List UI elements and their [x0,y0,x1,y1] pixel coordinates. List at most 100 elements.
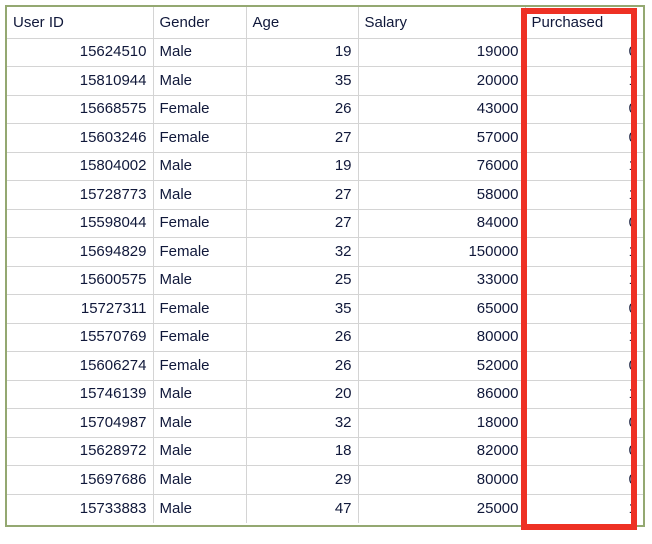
cell-salary[interactable]: 25000 [358,494,526,523]
table-row: 15733883 Male 47 25000 1 [7,494,643,523]
cell-age[interactable]: 20 [246,380,359,409]
table-header: User ID Gender Age Salary Purchased [7,7,643,39]
cell-user_id[interactable]: 15570769 [7,323,154,352]
cell-user_id[interactable]: 15694829 [7,237,154,267]
cell-salary[interactable]: 65000 [358,294,526,324]
cell-purchased[interactable]: 0 [525,465,643,495]
cell-user_id[interactable]: 15804002 [7,152,154,181]
cell-gender[interactable]: Male [153,380,247,409]
cell-purchased[interactable]: 0 [525,351,643,381]
cell-salary[interactable]: 76000 [358,152,526,181]
cell-age[interactable]: 35 [246,294,359,324]
cell-age[interactable]: 32 [246,237,359,267]
cell-gender[interactable]: Male [153,408,247,438]
table-row: 15704987 Male 32 18000 0 [7,408,643,438]
table-row: 15746139 Male 20 86000 1 [7,380,643,409]
cell-gender[interactable]: Female [153,323,247,352]
cell-salary[interactable]: 150000 [358,237,526,267]
cell-age[interactable]: 47 [246,494,359,523]
cell-gender[interactable]: Male [153,66,247,96]
cell-age[interactable]: 26 [246,323,359,352]
cell-age[interactable]: 27 [246,123,359,153]
cell-gender[interactable]: Male [153,465,247,495]
cell-age[interactable]: 25 [246,266,359,295]
cell-user_id[interactable]: 15624510 [7,38,154,67]
cell-purchased[interactable]: 0 [525,437,643,466]
cell-gender[interactable]: Male [153,266,247,295]
cell-purchased[interactable]: 1 [525,180,643,210]
cell-gender[interactable]: Female [153,351,247,381]
cell-age[interactable]: 19 [246,152,359,181]
cell-purchased[interactable]: 0 [525,408,643,438]
cell-salary[interactable]: 58000 [358,180,526,210]
cell-user_id[interactable]: 15733883 [7,494,154,523]
column-header-purchased[interactable]: Purchased [525,7,643,39]
cell-purchased[interactable]: 1 [525,152,643,181]
cell-salary[interactable]: 86000 [358,380,526,409]
cell-salary[interactable]: 18000 [358,408,526,438]
cell-user_id[interactable]: 15600575 [7,266,154,295]
cell-age[interactable]: 18 [246,437,359,466]
cell-age[interactable]: 26 [246,351,359,381]
table-row: 15606274 Female 26 52000 0 [7,351,643,381]
cell-salary[interactable]: 82000 [358,437,526,466]
column-header-user-id[interactable]: User ID [7,7,154,39]
cell-salary[interactable]: 84000 [358,209,526,238]
cell-user_id[interactable]: 15746139 [7,380,154,409]
cell-user_id[interactable]: 15810944 [7,66,154,96]
cell-age[interactable]: 19 [246,38,359,67]
cell-age[interactable]: 35 [246,66,359,96]
cell-gender[interactable]: Male [153,437,247,466]
table-row: 15624510 Male 19 19000 0 [7,38,643,67]
cell-purchased[interactable]: 1 [525,237,643,267]
cell-user_id[interactable]: 15606274 [7,351,154,381]
table-row: 15697686 Male 29 80000 0 [7,465,643,495]
header-row: User ID Gender Age Salary Purchased [7,7,643,39]
cell-age[interactable]: 26 [246,95,359,124]
cell-purchased[interactable]: 1 [525,66,643,96]
cell-user_id[interactable]: 15628972 [7,437,154,466]
cell-salary[interactable]: 43000 [358,95,526,124]
cell-gender[interactable]: Female [153,209,247,238]
cell-user_id[interactable]: 15668575 [7,95,154,124]
cell-purchased[interactable]: 0 [525,294,643,324]
cell-user_id[interactable]: 15603246 [7,123,154,153]
cell-user_id[interactable]: 15728773 [7,180,154,210]
cell-age[interactable]: 32 [246,408,359,438]
cell-purchased[interactable]: 1 [525,494,643,523]
column-header-age[interactable]: Age [246,7,359,39]
cell-salary[interactable]: 80000 [358,323,526,352]
cell-salary[interactable]: 19000 [358,38,526,67]
cell-user_id[interactable]: 15697686 [7,465,154,495]
cell-user_id[interactable]: 15704987 [7,408,154,438]
cell-user_id[interactable]: 15598044 [7,209,154,238]
cell-age[interactable]: 27 [246,180,359,210]
cell-purchased[interactable]: 1 [525,323,643,352]
cell-age[interactable]: 29 [246,465,359,495]
cell-purchased[interactable]: 1 [525,266,643,295]
cell-salary[interactable]: 20000 [358,66,526,96]
cell-purchased[interactable]: 1 [525,380,643,409]
cell-purchased[interactable]: 0 [525,95,643,124]
cell-gender[interactable]: Male [153,38,247,67]
cell-age[interactable]: 27 [246,209,359,238]
cell-purchased[interactable]: 0 [525,123,643,153]
table-row: 15804002 Male 19 76000 1 [7,152,643,181]
cell-gender[interactable]: Male [153,494,247,523]
table-row: 15727311 Female 35 65000 0 [7,294,643,324]
cell-gender[interactable]: Female [153,95,247,124]
cell-salary[interactable]: 80000 [358,465,526,495]
column-header-salary[interactable]: Salary [358,7,526,39]
cell-salary[interactable]: 52000 [358,351,526,381]
cell-gender[interactable]: Female [153,123,247,153]
cell-user_id[interactable]: 15727311 [7,294,154,324]
cell-gender[interactable]: Female [153,237,247,267]
cell-gender[interactable]: Male [153,152,247,181]
cell-salary[interactable]: 57000 [358,123,526,153]
cell-gender[interactable]: Female [153,294,247,324]
cell-gender[interactable]: Male [153,180,247,210]
cell-salary[interactable]: 33000 [358,266,526,295]
cell-purchased[interactable]: 0 [525,209,643,238]
cell-purchased[interactable]: 0 [525,38,643,67]
column-header-gender[interactable]: Gender [153,7,247,39]
